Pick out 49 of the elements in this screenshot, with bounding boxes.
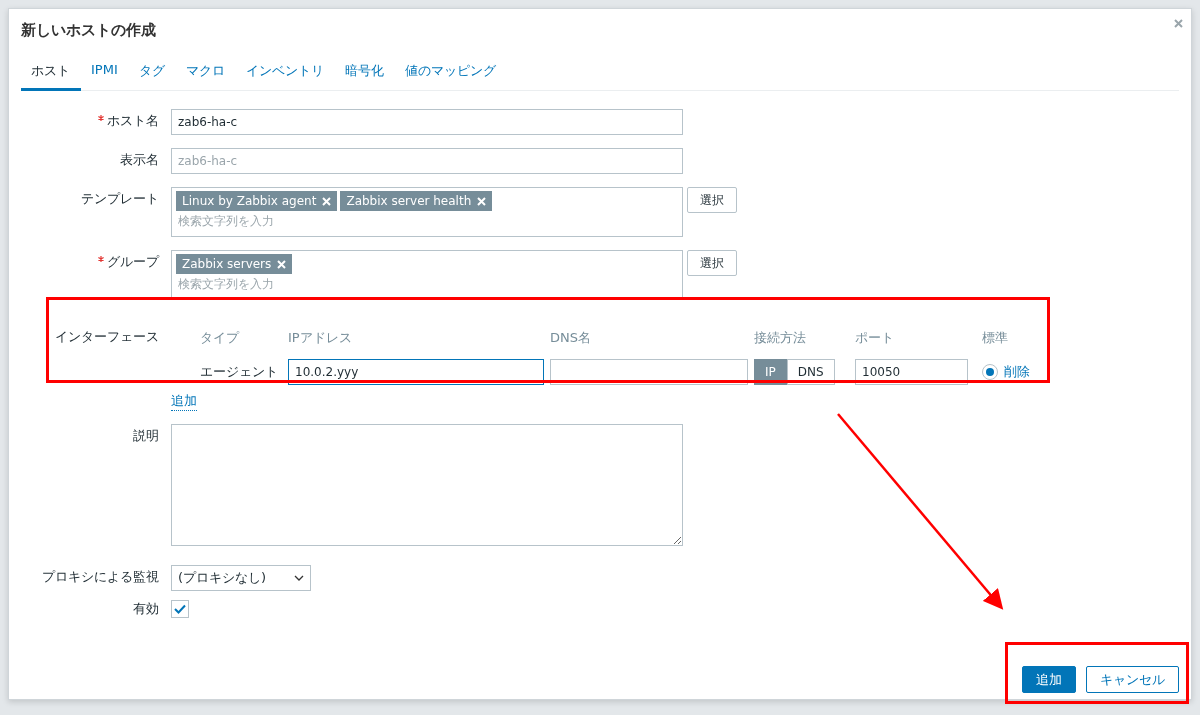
enabled-checkbox[interactable] [171,600,189,618]
field-label: グループ [107,253,159,271]
multiselect-field[interactable]: Zabbix servers 検索文字列を入力 [171,250,683,300]
port-field[interactable]: 10050 [855,359,968,385]
dialog-title: 新しいホストの作成 [21,21,156,40]
column-header: IPアドレス [288,329,353,347]
tab[interactable]: 暗号化 [334,62,395,91]
remove-link[interactable]: 削除 [1004,362,1030,382]
tab[interactable]: IPMI [81,62,129,91]
select-button[interactable]: 選択 [687,187,737,213]
host-name-field[interactable]: zab6-ha-c [171,109,683,135]
add-button[interactable]: 追加 [1022,666,1076,693]
dns-name-field[interactable] [550,359,748,385]
field-label: テンプレート [81,190,159,208]
visible-name-field[interactable]: zab6-ha-c [171,148,683,174]
close-icon[interactable] [1174,19,1183,28]
multiselect-field[interactable]: Linux by Zabbix agent Zabbix server health 検索文字列を入力 [171,187,683,237]
tab[interactable]: ホスト [21,62,81,91]
column-header: ポート [855,329,895,347]
interface-type: エージェント [200,363,279,381]
column-header: タイプ [200,329,241,347]
field-label: 有効 [133,600,159,618]
tab[interactable]: マクロ [175,62,236,91]
remove-icon[interactable] [322,196,332,206]
field-label: インターフェース [55,328,159,346]
proxy-dropdown[interactable]: (プロキシなし) [171,565,311,591]
column-header: 標準 [981,329,1009,347]
select-button[interactable]: 選択 [687,250,737,276]
tag-label: Linux by Zabbix agent [182,194,317,208]
field-label: プロキシによる監視 [42,568,159,586]
tab[interactable]: インベントリ [235,62,335,91]
chevron-down-icon [294,575,304,581]
field-label: ホスト名 [107,112,159,130]
tab[interactable]: タグ [128,62,176,91]
description-field[interactable] [171,424,683,546]
tab[interactable]: 値のマッピング [394,62,507,91]
field-label: 表示名 [120,151,159,169]
cancel-button[interactable]: キャンセル [1086,666,1179,693]
check-icon [174,604,186,614]
ip-address-field[interactable]: 10.0.2.yyy [288,359,544,385]
tag-label: Zabbix server health [346,194,472,208]
field-label: 説明 [133,427,159,445]
remove-icon[interactable] [277,259,287,269]
column-header: 接続方法 [754,329,807,347]
column-header: DNS名 [550,329,592,347]
add-link[interactable]: 追加 [171,392,197,411]
remove-icon[interactable] [477,196,487,206]
connect-toggle[interactable]: IP [754,359,787,385]
tag-label: Zabbix servers [182,257,272,271]
